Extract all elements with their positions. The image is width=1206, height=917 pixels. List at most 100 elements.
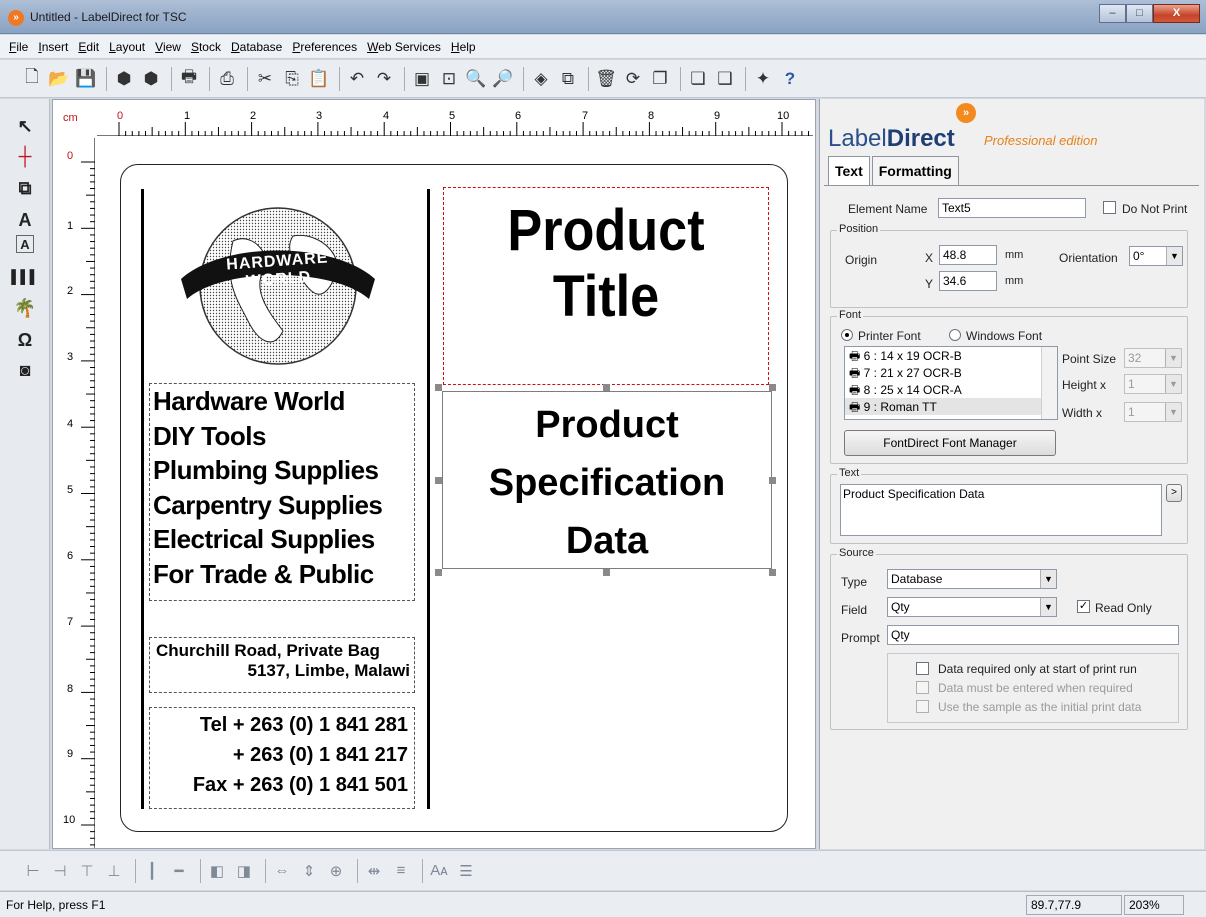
- data-must-be-entered-checkbox[interactable]: [916, 681, 929, 694]
- prompt-input[interactable]: [887, 625, 1179, 645]
- resize-handle[interactable]: [435, 477, 442, 484]
- text-size-icon[interactable]: Aᴀ: [428, 860, 450, 882]
- text-box-tool-icon[interactable]: A: [16, 235, 34, 253]
- space-evenly-vertical-icon[interactable]: ≡: [390, 860, 412, 882]
- font-list-item-selected[interactable]: 🖶 9 : Roman TT: [845, 398, 1057, 415]
- windows-font-radio[interactable]: [949, 329, 961, 341]
- barcode-tool-icon[interactable]: ▌▌▌: [11, 263, 39, 289]
- delete-icon[interactable]: 🗑: [594, 67, 618, 91]
- group-icon[interactable]: ⧉: [556, 67, 580, 91]
- align-right-icon[interactable]: ⊣: [49, 860, 71, 882]
- layer-icon[interactable]: ◈: [529, 67, 553, 91]
- menu-help[interactable]: Help: [446, 40, 481, 54]
- save-icon[interactable]: 💾: [74, 67, 98, 91]
- print-icon[interactable]: 🖶: [177, 67, 201, 91]
- text-expand-button[interactable]: >: [1166, 484, 1182, 502]
- resize-handle[interactable]: [769, 569, 776, 576]
- zoom-fit-icon[interactable]: ▣: [410, 67, 434, 91]
- orientation-dropdown[interactable]: 0° ▼: [1129, 246, 1183, 266]
- phone-text-box[interactable]: Tel + 263 (0) 1 841 281 + 263 (0) 1 841 …: [149, 707, 415, 809]
- product-title-text-box[interactable]: Product Title: [443, 187, 769, 385]
- minimize-button[interactable]: –: [1099, 4, 1126, 23]
- menu-database[interactable]: Database: [226, 40, 287, 54]
- space-evenly-horizontal-icon[interactable]: ⇹: [363, 860, 385, 882]
- font-list-item[interactable]: 🖶 8 : 25 x 14 OCR-A: [845, 381, 1057, 398]
- shape-tool-icon[interactable]: ◙: [12, 357, 38, 383]
- point-size-dropdown[interactable]: 32 ▼: [1124, 348, 1182, 368]
- print-preview-icon[interactable]: ⎙: [215, 67, 239, 91]
- zoom-actual-icon[interactable]: ⊡: [437, 67, 461, 91]
- line-tool-icon[interactable]: ┼: [12, 143, 38, 169]
- bring-forward-icon[interactable]: ❏: [686, 67, 710, 91]
- resize-handle[interactable]: [435, 384, 442, 391]
- tab-formatting[interactable]: Formatting: [871, 156, 959, 186]
- menu-web-services[interactable]: Web Services: [362, 40, 446, 54]
- font-manager-button[interactable]: FontDirect Font Manager: [844, 430, 1056, 456]
- resize-handle[interactable]: [603, 384, 610, 391]
- send-backward-icon[interactable]: ❑: [713, 67, 737, 91]
- font-list-scrollbar[interactable]: [1041, 347, 1057, 419]
- font-list-item[interactable]: 🖶 7 : 21 x 27 OCR-B: [845, 364, 1057, 381]
- box-tool-icon[interactable]: ⧉: [12, 175, 38, 201]
- height-dropdown[interactable]: 1 ▼: [1124, 374, 1182, 394]
- symbol-tool-icon[interactable]: Ω: [12, 327, 38, 353]
- redo-icon[interactable]: ↷: [372, 67, 396, 91]
- stock-open-icon[interactable]: ⬢: [112, 67, 136, 91]
- x-input[interactable]: [939, 245, 997, 265]
- center-vertically-icon[interactable]: ⇕: [298, 860, 320, 882]
- cut-icon[interactable]: ✂: [253, 67, 277, 91]
- new-icon[interactable]: 🗋: [20, 67, 44, 91]
- menu-edit[interactable]: Edit: [73, 40, 104, 54]
- image-tool-icon[interactable]: 🌴: [12, 295, 38, 321]
- do-not-print-checkbox[interactable]: [1103, 201, 1116, 214]
- width-dropdown[interactable]: 1 ▼: [1124, 402, 1182, 422]
- align-center-vertical-icon[interactable]: ┃: [141, 860, 163, 882]
- services-text-box[interactable]: Hardware World DIY Tools Plumbing Suppli…: [149, 383, 415, 601]
- duplicate-icon[interactable]: ❐: [648, 67, 672, 91]
- hardware-world-globe-logo[interactable]: HARDWARE WORLD: [173, 201, 383, 371]
- align-top-icon[interactable]: ⊤: [76, 860, 98, 882]
- resize-handle[interactable]: [603, 569, 610, 576]
- select-pointer-icon[interactable]: ↖: [12, 113, 38, 139]
- wizard-icon[interactable]: ✦: [751, 67, 775, 91]
- font-list-item[interactable]: 🖶 6 : 14 x 19 OCR-B: [845, 347, 1057, 364]
- stock-save-icon[interactable]: ⬢: [139, 67, 163, 91]
- printer-font-radio[interactable]: [841, 329, 853, 341]
- undo-icon[interactable]: ↶: [345, 67, 369, 91]
- text-tool-icon[interactable]: A: [12, 207, 38, 233]
- center-horizontally-icon[interactable]: ⇔: [271, 860, 293, 882]
- menu-layout[interactable]: Layout: [104, 40, 150, 54]
- paste-icon[interactable]: 📋: [307, 67, 331, 91]
- resize-handle[interactable]: [769, 477, 776, 484]
- close-button[interactable]: X: [1153, 4, 1200, 23]
- align-center-horizontal-icon[interactable]: ━: [168, 860, 190, 882]
- data-required-start-checkbox[interactable]: [916, 662, 929, 675]
- address-text-box[interactable]: Churchill Road, Private Bag 5137, Limbe,…: [149, 637, 415, 693]
- label-sheet[interactable]: HARDWARE WORLD Hardware World DIY Tools …: [120, 164, 788, 832]
- maximize-button[interactable]: □: [1126, 4, 1153, 23]
- tab-text[interactable]: Text: [828, 156, 870, 186]
- use-sample-checkbox[interactable]: [916, 700, 929, 713]
- rotate-icon[interactable]: ⟳: [621, 67, 645, 91]
- align-left-icon[interactable]: ⊢: [22, 860, 44, 882]
- resize-handle[interactable]: [769, 384, 776, 391]
- resize-handle[interactable]: [435, 569, 442, 576]
- design-canvas[interactable]: cm 0 1 2 3 4 5 6 7 8 9 10 0 1 2 3 4 5 6 …: [52, 99, 816, 849]
- menu-insert[interactable]: Insert: [33, 40, 73, 54]
- printer-font-list[interactable]: 🖶 6 : 14 x 19 OCR-B 🖶 7 : 21 x 27 OCR-B …: [844, 346, 1058, 420]
- menu-preferences[interactable]: Preferences: [287, 40, 362, 54]
- divider-line[interactable]: [427, 189, 430, 809]
- help-icon[interactable]: ?: [778, 67, 802, 91]
- menu-stock[interactable]: Stock: [186, 40, 226, 54]
- text-lines-icon[interactable]: ☰: [455, 860, 477, 882]
- zoom-out-icon[interactable]: 🔎: [491, 67, 515, 91]
- text-value-input[interactable]: Product Specification Data: [840, 484, 1162, 536]
- same-height-icon[interactable]: ◨: [233, 860, 255, 882]
- align-bottom-icon[interactable]: ⊥: [103, 860, 125, 882]
- y-input[interactable]: [939, 271, 997, 291]
- type-dropdown[interactable]: Database ▼: [887, 569, 1057, 589]
- menu-view[interactable]: View: [150, 40, 186, 54]
- open-icon[interactable]: 📂: [47, 67, 71, 91]
- left-border-line[interactable]: [141, 189, 144, 809]
- read-only-checkbox[interactable]: ✓: [1077, 600, 1090, 613]
